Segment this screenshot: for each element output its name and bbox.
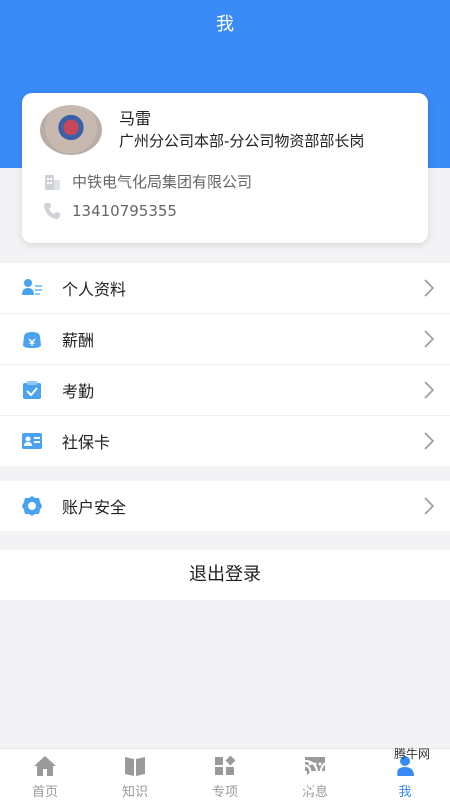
menu-item-label: 考勤 [62,382,95,401]
menu-item-label: 薪酬 [62,331,95,350]
menu-item-salary[interactable]: 薪酬 [0,314,450,365]
company-name: 中铁电气化局集团有限公司 [72,173,253,191]
menu-item-label: 社保卡 [62,433,111,452]
phone-row: 13410795355 [42,201,177,221]
book-icon [125,757,145,776]
bottom-tab-bar: 首页 知识 专项 消息 我 [0,748,450,801]
home-icon [34,756,56,776]
chat-icon [305,757,325,775]
user-department: 广州分公司本部-分公司物资部部长岗 [119,132,365,150]
chevron-right-icon [424,381,434,399]
menu-item-account-security[interactable]: 账户安全 [0,481,450,531]
tab-messages[interactable]: 消息 [270,749,360,801]
chevron-right-icon [424,279,434,297]
tab-special[interactable]: 专项 [180,749,270,801]
tab-label: 首页 [31,785,58,800]
menu-item-profile[interactable]: 个人资料 [0,263,450,314]
logout-button[interactable]: 退出登录 [0,550,450,600]
building-icon [45,174,60,190]
tab-label: 专项 [211,785,238,800]
shield-gear-icon [20,494,44,518]
chevron-right-icon [424,432,434,450]
user-name: 马雷 [119,109,152,128]
tab-label: 消息 [301,785,328,800]
company-row: 中铁电气化局集团有限公司 [42,171,252,192]
profile-card: 马雷 广州分公司本部-分公司物资部部长岗 中铁电气化局集团有限公司 134107… [22,93,428,243]
tab-home[interactable]: 首页 [0,749,90,801]
phone-icon [44,203,60,219]
id-card-icon [20,429,44,453]
avatar[interactable] [40,105,102,155]
phone-number: 13410795355 [72,202,177,220]
tab-me[interactable]: 我 [360,749,450,801]
user-icon [396,756,414,776]
tab-label: 我 [398,785,412,800]
grid-icon [215,755,236,775]
menu-item-attendance[interactable]: 考勤 [0,365,450,416]
menu-group-security: 账户安全 [0,481,450,531]
menu-group-main: 个人资料 薪酬 考勤 社保卡 [0,263,450,466]
page-title: 我 [216,14,234,35]
user-card-icon [20,276,44,300]
attendance-icon [20,378,44,402]
menu-item-social-security-card[interactable]: 社保卡 [0,416,450,466]
chevron-right-icon [424,330,434,348]
tab-knowledge[interactable]: 知识 [90,749,180,801]
tab-label: 知识 [121,785,148,800]
chevron-right-icon [424,497,434,515]
menu-item-label: 账户安全 [62,498,127,517]
menu-item-label: 个人资料 [62,280,127,299]
salary-icon [20,327,44,351]
